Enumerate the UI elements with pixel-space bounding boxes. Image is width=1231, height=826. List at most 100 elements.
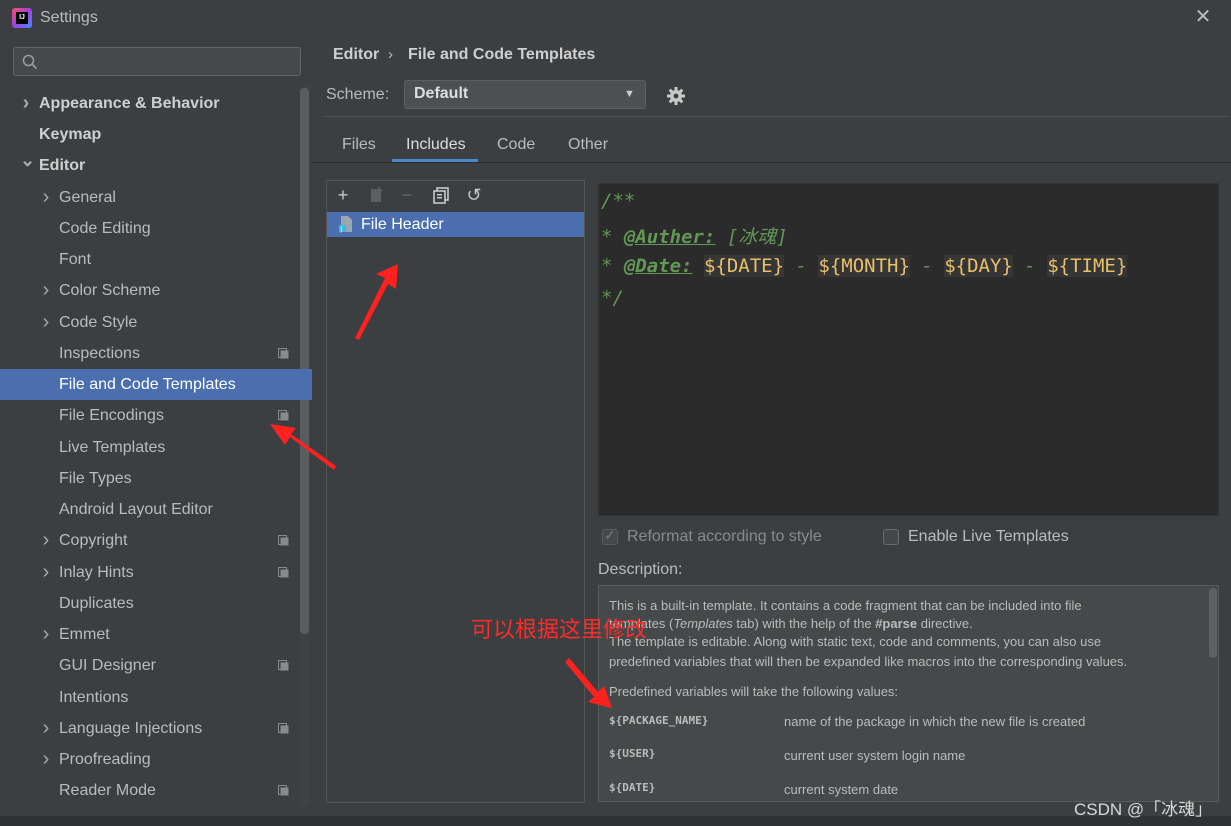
tab-files[interactable]: Files: [342, 136, 376, 154]
code-line: * @Date: ${DATE} - ${MONTH} - ${DAY} - $…: [601, 255, 1128, 277]
description-text: Predefined variables will take the follo…: [609, 684, 899, 699]
chevron-right-icon[interactable]: ›: [40, 619, 52, 650]
bottom-edge: [0, 816, 1231, 826]
chevron-right-icon[interactable]: ›: [40, 275, 52, 306]
sidebar-item-label: General: [59, 189, 116, 206]
sidebar-item-proofreading[interactable]: › Proofreading: [0, 744, 312, 775]
sidebar-item-inspections[interactable]: Inspections: [0, 338, 312, 369]
code-line: * @Auther: [冰魂]: [601, 226, 788, 248]
sidebar-item-intentions[interactable]: Intentions: [0, 682, 312, 713]
sidebar-item-label: Live Templates: [59, 439, 166, 456]
sidebar-item-label: Android Layout Editor: [59, 501, 213, 518]
search-icon: [22, 54, 38, 70]
close-icon[interactable]: ✕: [1192, 6, 1214, 28]
sidebar-item-file-encodings[interactable]: File Encodings: [0, 400, 312, 431]
variable-name: ${USER}: [609, 747, 656, 760]
chevron-right-icon[interactable]: ›: [20, 88, 32, 119]
template-code-editor[interactable]: /** * @Auther: [冰魂] * @Date: ${DATE} - $…: [598, 183, 1219, 516]
sidebar-item-code-editing[interactable]: Code Editing: [0, 213, 312, 244]
variable-name: ${DATE}: [609, 781, 656, 794]
sidebar-item-font[interactable]: Font: [0, 244, 312, 275]
project-settings-icon: [278, 660, 289, 671]
tab-code[interactable]: Code: [497, 136, 535, 154]
sidebar-item-live-templates[interactable]: Live Templates: [0, 432, 312, 463]
description-scrollbar[interactable]: [1209, 588, 1217, 658]
sidebar-item-label: File Types: [59, 470, 132, 487]
list-item-label: File Header: [361, 216, 444, 233]
add-icon[interactable]: +: [334, 186, 352, 204]
chevron-down-icon[interactable]: ⌄: [20, 145, 35, 176]
template-list-panel: [326, 180, 585, 803]
sidebar-item-label: Emmet: [59, 626, 110, 643]
tab-other[interactable]: Other: [568, 136, 608, 154]
chevron-right-icon[interactable]: ›: [40, 182, 52, 213]
sidebar-item-label: Language Injections: [59, 720, 203, 737]
tab-includes[interactable]: Includes: [406, 136, 466, 154]
reset-icon[interactable]: ↺: [465, 186, 483, 204]
window-title: Settings: [40, 9, 98, 26]
sidebar-item-duplicates[interactable]: Duplicates: [0, 588, 312, 619]
sidebar-item-gui-designer[interactable]: GUI Designer: [0, 650, 312, 681]
chevron-right-icon[interactable]: ›: [40, 713, 52, 744]
sidebar-item-label: Duplicates: [59, 595, 134, 612]
chevron-right-icon[interactable]: ›: [40, 557, 52, 588]
variable-description: current user system login name: [784, 748, 966, 763]
sidebar-item-label: GUI Designer: [59, 657, 156, 674]
watermark: CSDN @「冰魂」: [1074, 800, 1213, 819]
sidebar-item-color-scheme[interactable]: › Color Scheme: [0, 275, 312, 306]
sidebar-item-label: Intentions: [59, 689, 129, 706]
sidebar-item-label: Code Editing: [59, 220, 151, 237]
file-template-icon: J: [339, 216, 352, 233]
breadcrumb-current: File and Code Templates: [408, 46, 596, 63]
sidebar-item-label: Font: [59, 251, 92, 268]
description-text: This is a built-in template. It contains…: [609, 598, 1082, 613]
search-input[interactable]: [13, 47, 301, 76]
description-label: Description:: [598, 561, 683, 578]
sidebar-item-reader-mode[interactable]: Reader Mode: [0, 775, 312, 806]
sidebar-item-label: Reader Mode: [59, 782, 156, 799]
sidebar-item-editor[interactable]: ⌄ Editor: [0, 150, 312, 181]
live-templates-checkbox[interactable]: [883, 529, 899, 545]
sidebar-item-label: File and Code Templates: [59, 376, 236, 393]
sidebar-item-general[interactable]: › General: [0, 182, 312, 213]
variable-description: current system date: [784, 782, 899, 797]
chevron-right-icon[interactable]: ›: [40, 525, 52, 556]
sidebar-item-keymap[interactable]: Keymap: [0, 119, 312, 150]
breadcrumb-editor[interactable]: Editor: [333, 46, 379, 64]
sidebar-item-file-types[interactable]: File Types: [0, 463, 312, 494]
divider: [313, 162, 1231, 163]
sidebar-item-language-injections[interactable]: › Language Injections: [0, 713, 312, 744]
sidebar-item-inlay-hints[interactable]: › Inlay Hints: [0, 557, 312, 588]
gear-icon[interactable]: [666, 86, 686, 106]
scheme-value: Default: [414, 85, 469, 102]
sidebar-item-code-style[interactable]: › Code Style: [0, 307, 312, 338]
sidebar-item-label: Appearance & Behavior: [39, 95, 220, 112]
sidebar-item-android-layout-editor[interactable]: Android Layout Editor: [0, 494, 312, 525]
variable-name: ${PACKAGE_NAME}: [609, 714, 709, 727]
code-line: */: [601, 287, 624, 309]
svg-text:J: J: [340, 226, 343, 233]
sidebar-item-appearance-behavior[interactable]: › Appearance & Behavior: [0, 88, 312, 119]
chevron-right-icon[interactable]: ›: [40, 307, 52, 338]
description-text: templates (Templates tab) with the help …: [609, 616, 973, 631]
description-text: The template is editable. Along with sta…: [609, 634, 1102, 649]
sidebar-item-emmet[interactable]: › Emmet: [0, 619, 312, 650]
remove-icon[interactable]: −: [398, 186, 416, 204]
project-settings-icon: [278, 410, 289, 421]
sidebar-item-file-and-code-templates[interactable]: File and Code Templates: [0, 369, 312, 400]
annotation-text: 可以根据这里修改: [471, 617, 648, 642]
chevron-right-icon[interactable]: ›: [40, 744, 52, 775]
description-text: predefined variables that will then be e…: [609, 654, 1128, 669]
live-templates-label: Enable Live Templates: [908, 528, 1069, 545]
divider: [324, 116, 1228, 117]
sidebar-item-copyright[interactable]: › Copyright: [0, 525, 312, 556]
sidebar-item-label: Inspections: [59, 345, 140, 362]
reformat-label: Reformat according to style: [627, 528, 822, 545]
sidebar-item-label: File Encodings: [59, 407, 164, 424]
scheme-label: Scheme:: [326, 86, 390, 103]
sidebar-item-label: Proofreading: [59, 751, 151, 768]
project-settings-icon: [278, 567, 289, 578]
copy-icon[interactable]: [432, 186, 450, 204]
add-child-icon[interactable]: [368, 186, 386, 204]
sidebar-item-label: Editor: [39, 157, 86, 174]
